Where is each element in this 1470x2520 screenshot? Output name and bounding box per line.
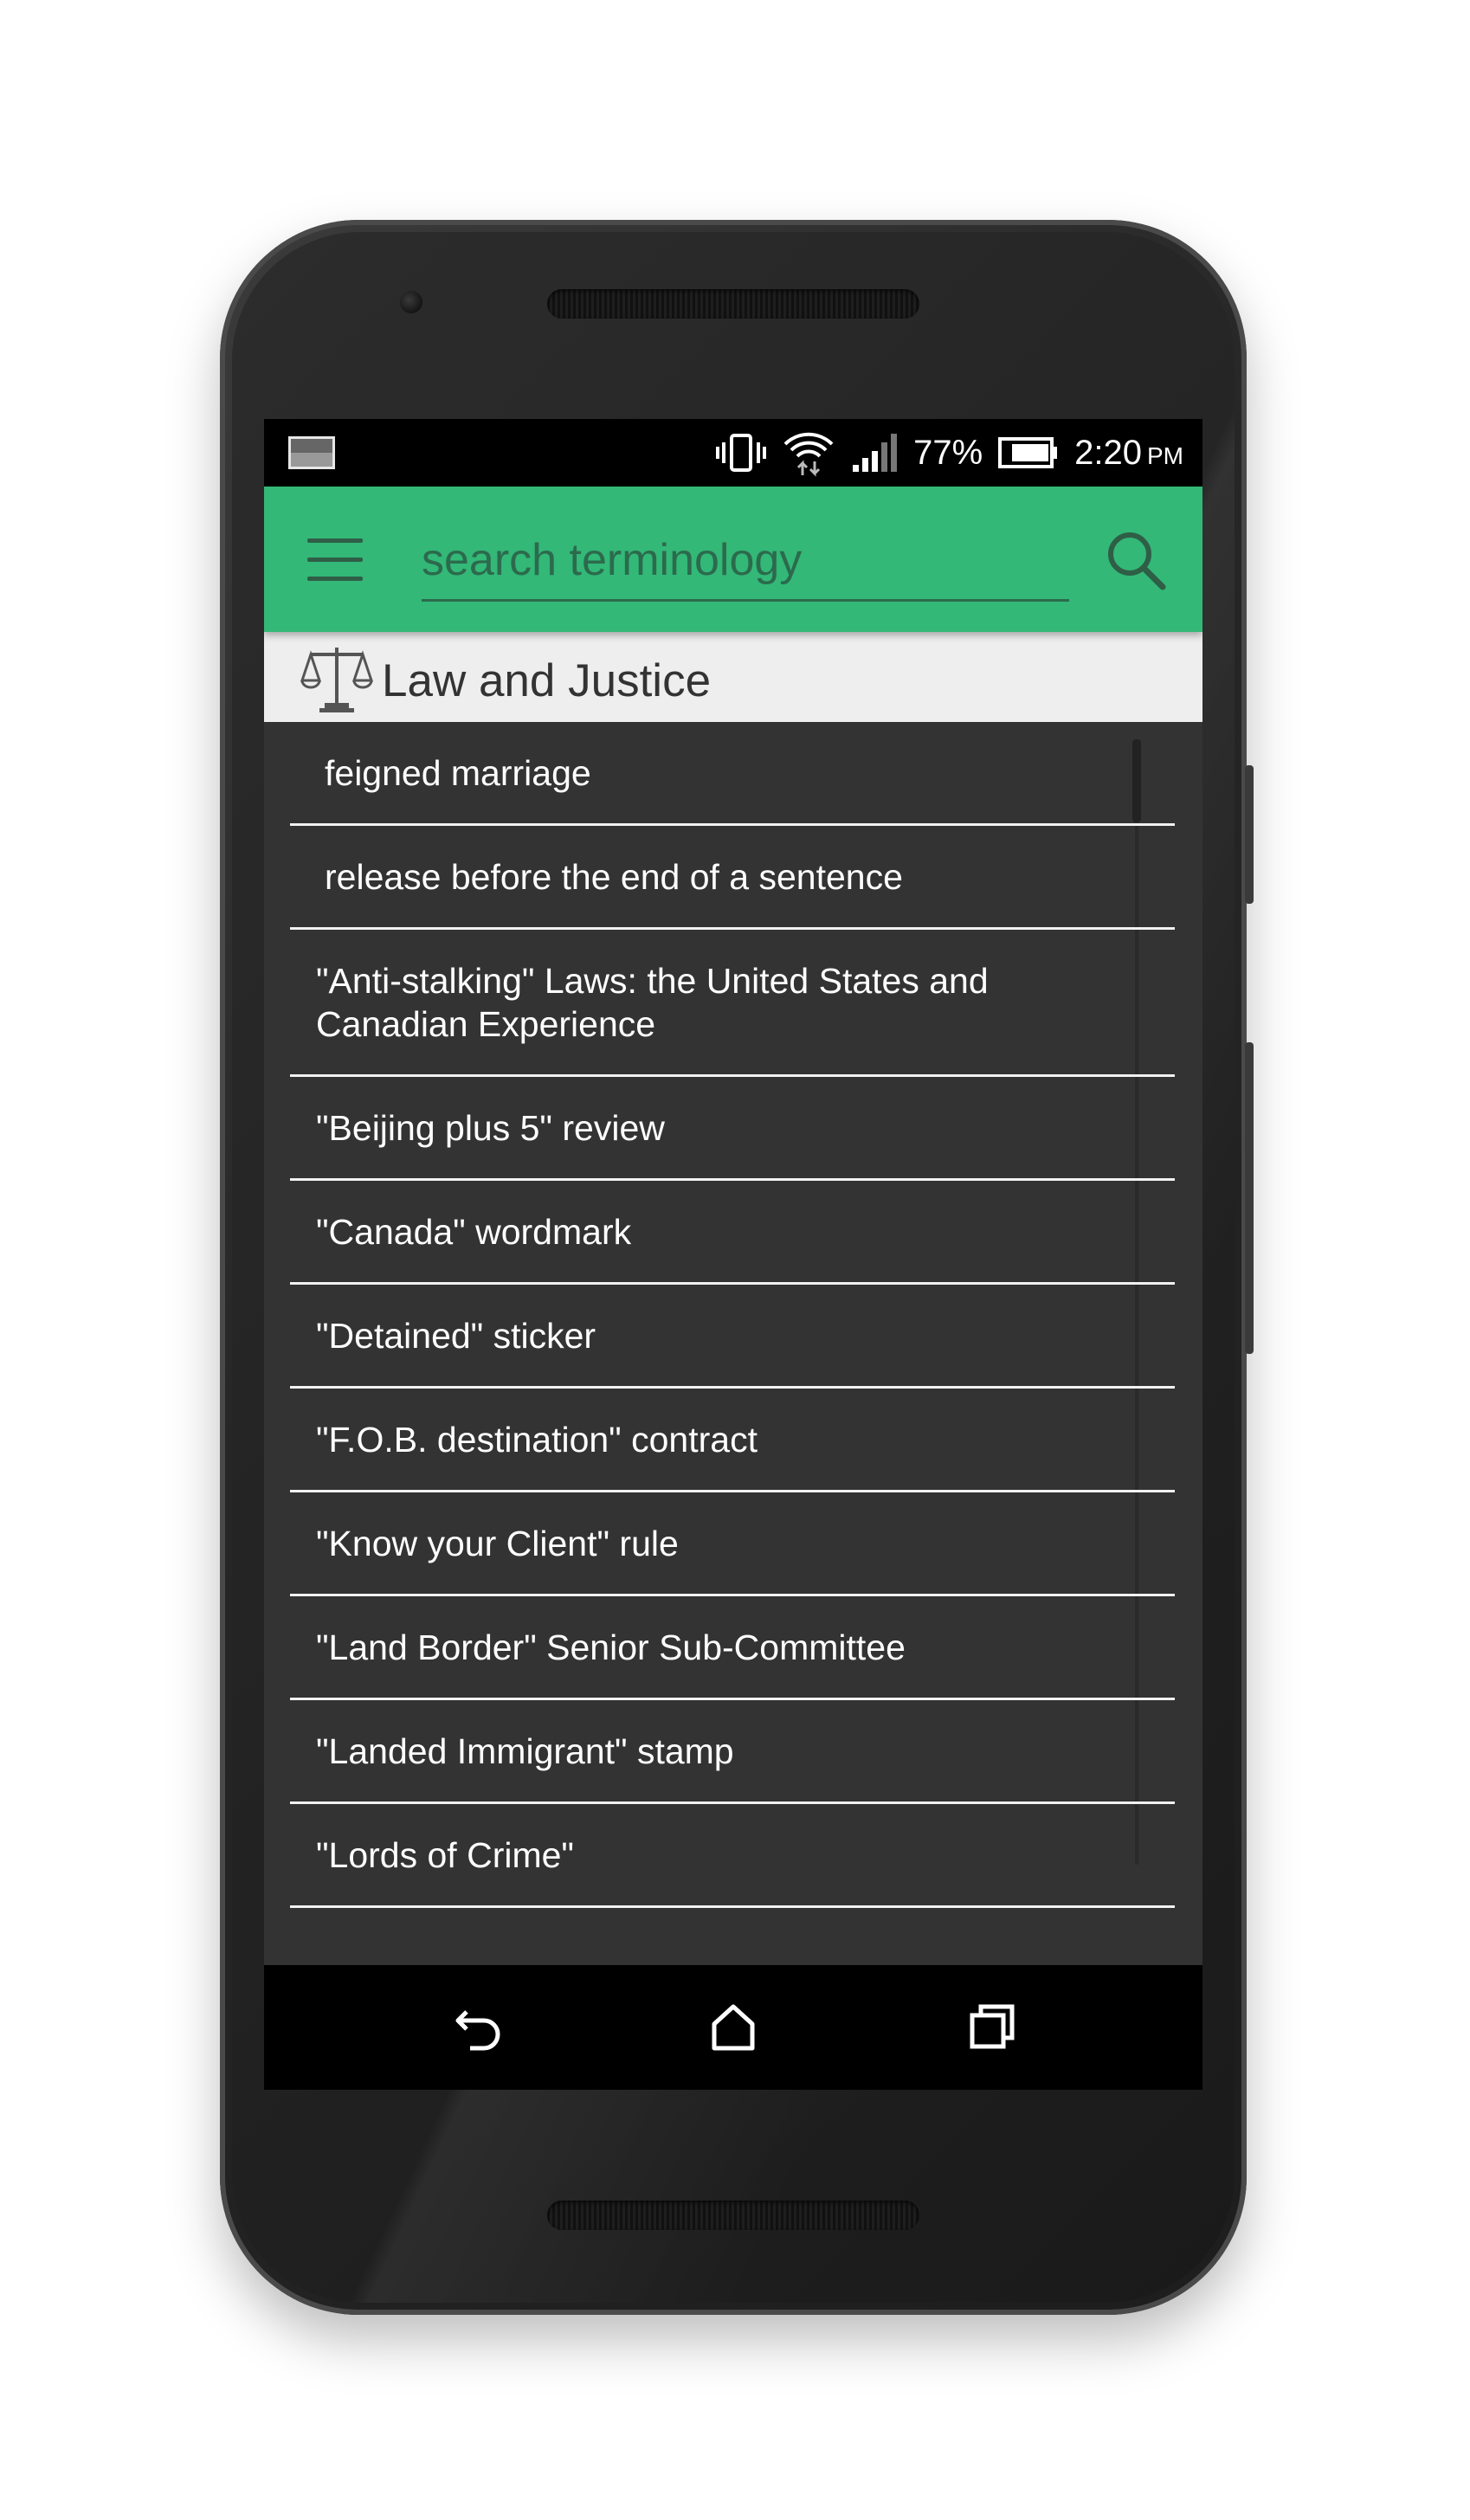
category-header: Law and Justice: [264, 632, 1202, 722]
app-toolbar: [264, 487, 1202, 632]
list-item[interactable]: feigned marriage: [290, 722, 1175, 826]
term-label: "Canada" wordmark: [316, 1212, 632, 1252]
term-label: "Lords of Crime": [316, 1835, 574, 1875]
terms-list[interactable]: feigned marriage release before the end …: [264, 722, 1202, 1955]
list-item[interactable]: "F.O.B. destination" contract: [290, 1389, 1175, 1492]
search-input[interactable]: [422, 521, 1069, 602]
power-button: [1245, 765, 1254, 904]
navigation-bar: [264, 1965, 1202, 2090]
page: 77% 2:20 PM search terminology Law and J…: [0, 0, 1470, 2520]
battery-percent: 77%: [913, 433, 983, 472]
category-title: Law and Justice: [382, 655, 712, 706]
vibrate-icon: [716, 434, 767, 472]
term-label: "Landed Immigrant" stamp: [316, 1731, 734, 1771]
term-label: release before the end of a sentence: [325, 857, 903, 897]
clock: 2:20 PM: [1074, 434, 1183, 473]
back-icon[interactable]: [448, 1996, 510, 2059]
list-item[interactable]: "Canada" wordmark: [290, 1181, 1175, 1285]
list-item[interactable]: "Detained" sticker: [290, 1285, 1175, 1389]
list-item[interactable]: "Land Border" Senior Sub-Committee: [290, 1596, 1175, 1700]
search-icon[interactable]: [1102, 526, 1171, 596]
top-speaker: [547, 289, 919, 319]
list-item[interactable]: "Know your Client" rule: [290, 1492, 1175, 1596]
front-camera: [400, 291, 422, 313]
list-item[interactable]: "Lords of Crime": [290, 1804, 1175, 1908]
term-label: "Beijing plus 5" review: [316, 1108, 665, 1148]
clock-time: 2:20: [1074, 433, 1142, 472]
status-bar: 77% 2:20 PM: [264, 419, 1202, 487]
term-label: "Detained" sticker: [316, 1316, 596, 1356]
list-item[interactable]: release before the end of a sentence: [290, 826, 1175, 930]
list-item[interactable]: "Anti-stalking" Laws: the United States …: [290, 930, 1175, 1077]
list-item[interactable]: "Beijing plus 5" review: [290, 1077, 1175, 1181]
term-label: "Anti-stalking" Laws: the United States …: [316, 961, 989, 1044]
recents-icon[interactable]: [962, 1996, 1024, 2059]
term-label: "Land Border" Senior Sub-Committee: [316, 1627, 906, 1667]
hamburger-menu-icon[interactable]: [307, 538, 363, 582]
list-item[interactable]: "Landed Immigrant" stamp: [290, 1700, 1175, 1804]
bottom-speaker: [547, 2201, 919, 2230]
term-label: "Know your Client" rule: [316, 1524, 679, 1563]
clock-suffix: PM: [1147, 441, 1183, 469]
phone-screen: 77% 2:20 PM search terminology Law and J…: [264, 419, 1202, 2090]
gallery-icon: [288, 436, 335, 469]
term-label: feigned marriage: [325, 753, 591, 793]
home-icon[interactable]: [702, 1996, 764, 2059]
status-icons: 77% 2:20 PM: [716, 419, 1183, 487]
signal-icon: [853, 434, 898, 472]
wifi-icon: [783, 432, 834, 477]
battery-icon: [998, 437, 1058, 468]
volume-button: [1245, 1042, 1254, 1354]
scales-of-justice-icon: [300, 648, 373, 712]
term-label: "F.O.B. destination" contract: [316, 1420, 758, 1460]
